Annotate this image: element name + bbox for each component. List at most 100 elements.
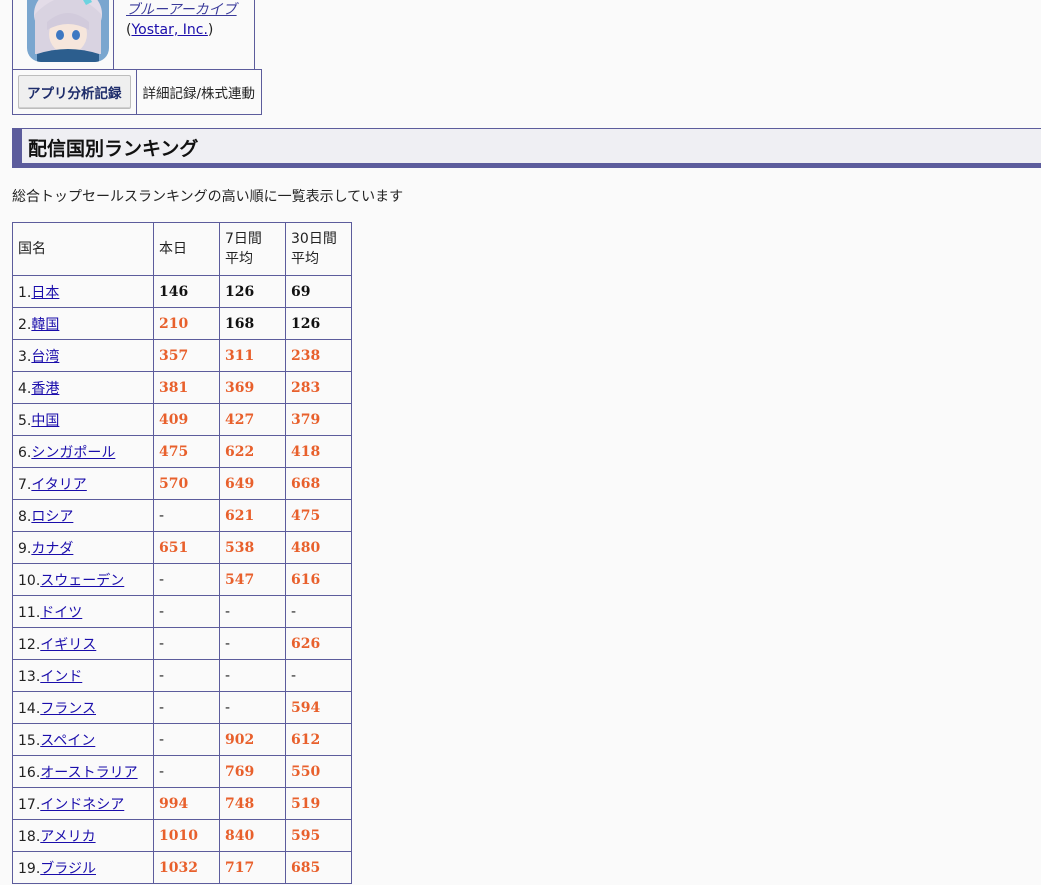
country-link[interactable]: 日本 <box>31 285 59 301</box>
country-link[interactable]: 韓国 <box>31 317 59 333</box>
avg30-rank-cell: - <box>285 595 352 628</box>
publisher-link[interactable]: Yostar, Inc. <box>131 22 207 38</box>
table-row: 10.スウェーデン -547 616 <box>12 563 352 596</box>
country-link[interactable]: ブラジル <box>40 861 96 877</box>
country-link[interactable]: アメリカ <box>40 829 95 845</box>
country-link[interactable]: イギリス <box>40 637 96 653</box>
header-avg7: 7日間 平均 <box>219 222 286 276</box>
avg7-rank-cell: 126 <box>219 275 286 308</box>
today-rank-cell: 1010 <box>153 819 220 852</box>
header-avg30: 30日間 平均 <box>285 222 352 276</box>
avg30-rank-cell: 612 <box>285 723 352 756</box>
rank-number: 3. <box>18 348 32 365</box>
country-cell: 15.スペイン <box>12 723 154 756</box>
country-link[interactable]: シンガポール <box>31 445 115 461</box>
today-rank-cell: 1032 <box>153 851 220 884</box>
avg7-rank-cell: 168 <box>219 307 286 340</box>
country-link[interactable]: オーストラリア <box>40 765 137 781</box>
country-cell: 4.香港 <box>12 371 154 404</box>
table-row: 8.ロシア -621 475 <box>12 499 352 532</box>
country-link[interactable]: 中国 <box>31 413 59 429</box>
avg7-rank-value: - <box>225 603 231 620</box>
today-rank-cell: - <box>153 755 220 788</box>
app-name-link[interactable]: ブルーアーカイブ <box>126 2 237 18</box>
table-row: 17.インドネシア 994 748 519 <box>12 787 352 820</box>
avg7-rank-value: 427 <box>225 411 255 428</box>
rank-number: 7. <box>18 476 32 493</box>
country-link[interactable]: インド <box>40 669 82 685</box>
avg30-rank-cell: 626 <box>285 627 352 660</box>
country-cell: 11.ドイツ <box>12 595 154 628</box>
table-row: 6.シンガポール 475 622 418 <box>12 435 352 468</box>
today-rank-value: - <box>159 603 165 620</box>
avg30-rank-cell: 685 <box>285 851 352 884</box>
table-body: 1.日本 146 126 69 2.韓国 210 168 126 3.台湾 357 311 238 4.… <box>12 275 352 884</box>
country-cell: 8.ロシア <box>12 499 154 532</box>
avg30-rank-value: 616 <box>291 571 321 588</box>
today-rank-cell: 357 <box>153 339 220 372</box>
today-rank-value: - <box>159 635 165 652</box>
table-row: 12.イギリス - -626 <box>12 627 352 660</box>
avg7-rank-value: 369 <box>225 379 255 396</box>
avg7-rank-cell: - <box>219 595 286 628</box>
country-link[interactable]: イタリア <box>31 477 86 493</box>
analysis-button-cell: アプリ分析記録 <box>13 70 137 114</box>
avg7-rank-value: 769 <box>225 763 255 780</box>
rank-number: 4. <box>18 380 32 397</box>
header-today: 本日 <box>153 222 220 276</box>
avg7-rank-cell: - <box>219 627 286 660</box>
avg7-rank-cell: 621 <box>219 499 286 532</box>
country-link[interactable]: フランス <box>40 701 96 717</box>
country-ranking-table: 国名 本日 7日間 平均 30日間 平均 1.日本 146 126 69 2.韓国 210… <box>12 222 352 884</box>
avg7-rank-value: 649 <box>225 475 255 492</box>
app-analysis-record-button[interactable]: アプリ分析記録 <box>18 75 131 109</box>
country-cell: 7.イタリア <box>12 467 154 500</box>
rank-number: 14. <box>18 700 41 717</box>
avg7-rank-value: 748 <box>225 795 255 812</box>
avg7-rank-cell: - <box>219 691 286 724</box>
avg30-rank-cell: 283 <box>285 371 352 404</box>
today-rank-value: - <box>159 507 165 524</box>
app-icon[interactable] <box>27 0 109 62</box>
today-rank-value: - <box>159 731 165 748</box>
avg30-rank-cell: 519 <box>285 787 352 820</box>
table-row: 14.フランス - -594 <box>12 691 352 724</box>
country-cell: 16.オーストラリア <box>12 755 154 788</box>
table-row: 16.オーストラリア -769 550 <box>12 755 352 788</box>
avg30-rank-cell: 418 <box>285 435 352 468</box>
country-link[interactable]: インドネシア <box>40 797 124 813</box>
rank-number: 17. <box>18 796 41 813</box>
avg30-rank-cell: 616 <box>285 563 352 596</box>
avg7-rank-value: 717 <box>225 859 255 876</box>
rank-number: 1. <box>18 284 32 301</box>
avg7-rank-cell: 622 <box>219 435 286 468</box>
country-link[interactable]: カナダ <box>31 541 73 557</box>
avg7-rank-cell: 538 <box>219 531 286 564</box>
header-avg30-line2: 平均 <box>291 251 319 267</box>
today-rank-value: 570 <box>159 475 189 492</box>
today-rank-cell: 146 <box>153 275 220 308</box>
today-rank-cell: - <box>153 499 220 532</box>
country-link[interactable]: スペイン <box>40 733 95 749</box>
country-cell: 9.カナダ <box>12 531 154 564</box>
avg30-rank-value: 418 <box>291 443 321 460</box>
avg7-rank-cell: 748 <box>219 787 286 820</box>
country-link[interactable]: スウェーデン <box>40 573 124 589</box>
today-rank-value: - <box>159 667 165 684</box>
table-row: 19.ブラジル 1032 717 685 <box>12 851 352 884</box>
avg7-rank-cell: 769 <box>219 755 286 788</box>
country-link[interactable]: 香港 <box>31 381 59 397</box>
rank-number: 2. <box>18 316 32 333</box>
rank-number: 12. <box>18 636 41 653</box>
rank-number: 19. <box>18 860 41 877</box>
today-rank-value: 994 <box>159 795 189 812</box>
avg7-rank-cell: 902 <box>219 723 286 756</box>
table-header-row: 国名 本日 7日間 平均 30日間 平均 <box>12 222 352 276</box>
country-link[interactable]: 台湾 <box>31 349 59 365</box>
country-link[interactable]: ドイツ <box>40 605 82 621</box>
rank-number: 5. <box>18 412 32 429</box>
country-link[interactable]: ロシア <box>31 509 73 525</box>
today-rank-value: 357 <box>159 347 189 364</box>
today-rank-cell: - <box>153 723 220 756</box>
avg30-rank-value: 612 <box>291 731 321 748</box>
